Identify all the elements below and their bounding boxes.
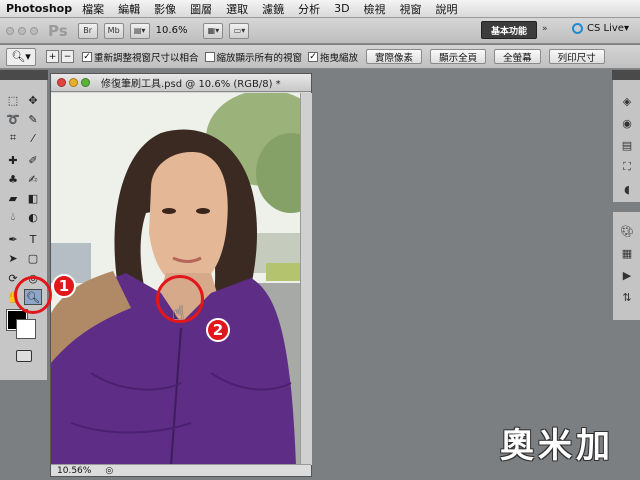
workspace-overflow-icon[interactable]: » — [542, 24, 548, 34]
right-panel-group-2: 🎨︎ ▦ ▶ ⇅ — [612, 212, 640, 320]
eyedropper-tool-icon[interactable]: ⁄ — [24, 130, 42, 146]
crop-tool-icon[interactable]: ⌗ — [4, 130, 22, 146]
options-bar: 🔍︎ ▾ + − ✓ 重新調整視窗尺寸以相合 縮放顯示所有的視窗 ✓ 拖曳縮放 實… — [0, 45, 640, 69]
view-extras-button[interactable]: ▤▾ — [129, 22, 150, 39]
brush-tool-icon[interactable]: ✐ — [24, 152, 42, 168]
actions-panel-icon[interactable]: ▶ — [619, 268, 635, 282]
resize-windows-label: 重新調整視窗尺寸以相合 — [94, 52, 199, 64]
arrange-documents-button[interactable]: ▦▾ — [203, 22, 224, 39]
document-tab[interactable]: 修復筆刷工具.psd @ 10.6% (RGB/8) * — [51, 74, 311, 92]
fill-screen-button[interactable]: 全螢幕 — [494, 49, 541, 64]
status-info-icon[interactable]: ◎ — [105, 466, 113, 476]
right-panel-group-1: ◈ ◉ ▤ ⛶ ◖ — [612, 80, 640, 202]
annotation-badge-2: 2 — [206, 318, 230, 342]
masks-panel-icon[interactable]: ◖ — [619, 182, 635, 196]
resize-windows-check[interactable]: ✓ — [82, 51, 92, 62]
adjustments-panel-icon[interactable]: ⛶ — [619, 160, 635, 174]
menu-3d[interactable]: 3D — [334, 2, 349, 15]
document-status-bar: 10.56% ◎ — [51, 464, 311, 476]
tools-panel: ⬚ ✥ ➰ ✎ ⌗ ⁄ ✚ ✐ ♣ ✍ ▰ ◧ 💧︎ ◐ ✒ T ➤ ▢ ⟳ ◎… — [0, 80, 48, 380]
zoom-out-mode-icon[interactable]: − — [61, 50, 74, 63]
menu-filter[interactable]: 濾鏡 — [262, 1, 284, 17]
spot-healing-tool-icon[interactable]: ✚ — [4, 152, 22, 168]
app-menu[interactable]: Photoshop — [6, 2, 72, 15]
marquee-tool-icon[interactable]: ⬚ — [4, 92, 22, 108]
zoom-in-mode-icon[interactable]: + — [46, 50, 59, 63]
window-dot-1 — [6, 26, 14, 35]
menu-file[interactable]: 檔案 — [82, 1, 104, 17]
screen-mode-button[interactable]: ▭▾ — [229, 22, 250, 39]
print-size-button[interactable]: 列印尺寸 — [548, 49, 605, 64]
watermark-logo: 奧米加 — [500, 426, 614, 466]
eraser-tool-icon[interactable]: ▰ — [4, 190, 22, 206]
blur-tool-icon[interactable]: 💧︎ — [4, 209, 22, 225]
paths-panel-icon[interactable]: ▤ — [619, 138, 635, 152]
window-dot-2 — [18, 26, 26, 35]
menu-view[interactable]: 檢視 — [364, 1, 386, 17]
ps-logo: Ps — [48, 21, 68, 40]
zoom-level-select[interactable]: 10.6% — [156, 25, 188, 36]
menu-image[interactable]: 影像 — [154, 1, 176, 17]
right-panel-header[interactable] — [612, 70, 640, 80]
menu-edit[interactable]: 編輯 — [118, 1, 140, 17]
swatches-panel-icon[interactable]: ▦ — [619, 246, 635, 260]
zoom-all-windows-label: 縮放顯示所有的視窗 — [216, 52, 303, 64]
cs-live-label: CS Live — [587, 23, 624, 34]
cs-live-icon — [572, 23, 583, 34]
menu-layer[interactable]: 圖層 — [190, 1, 212, 17]
shape-tool-icon[interactable]: ▢ — [24, 250, 42, 266]
actual-pixels-button[interactable]: 實際像素 — [366, 49, 423, 64]
menu-analysis[interactable]: 分析 — [298, 1, 320, 17]
lasso-tool-icon[interactable]: ➰ — [4, 111, 22, 127]
vertical-scrollbar[interactable] — [300, 93, 312, 465]
annotation-ring-2 — [156, 275, 204, 323]
zoom-all-windows-checkbox[interactable]: 縮放顯示所有的視窗 — [204, 50, 303, 64]
status-zoom[interactable]: 10.56% — [57, 466, 91, 476]
move-tool-icon[interactable]: ✥ — [24, 92, 42, 108]
gradient-tool-icon[interactable]: ◧ — [24, 190, 42, 206]
bridge-button[interactable]: Br — [77, 22, 98, 39]
fit-screen-button[interactable]: 顯示全頁 — [430, 49, 487, 64]
menu-bar: Photoshop 檔案 編輯 影像 圖層 選取 濾鏡 分析 3D 檢視 視窗 … — [0, 0, 640, 18]
history-brush-tool-icon[interactable]: ✍ — [24, 171, 42, 187]
cs-live-button[interactable]: CS Live ▾ — [572, 23, 629, 34]
minibridge-button[interactable]: Mb — [103, 22, 124, 39]
path-select-tool-icon[interactable]: ➤ — [4, 250, 22, 266]
resize-windows-checkbox[interactable]: ✓ 重新調整視窗尺寸以相合 — [82, 50, 199, 64]
dodge-tool-icon[interactable]: ◐ — [24, 209, 42, 225]
zoom-tool-preset-icon: 🔍︎ — [11, 50, 26, 63]
zoom-all-windows-check[interactable] — [204, 51, 215, 62]
menu-select[interactable]: 選取 — [226, 1, 248, 17]
clone-stamp-tool-icon[interactable]: ♣ — [4, 171, 22, 187]
close-icon[interactable] — [57, 78, 66, 87]
scrubby-zoom-checkbox[interactable]: ✓ 拖曳縮放 — [308, 50, 358, 64]
menu-window[interactable]: 視窗 — [400, 1, 422, 17]
application-bar: Ps Br Mb ▤▾ 10.6% ▦▾ ▭▾ 基本功能 » CS Live ▾ — [0, 18, 640, 44]
minimize-icon[interactable] — [69, 78, 78, 87]
pen-tool-icon[interactable]: ✒ — [4, 231, 22, 247]
type-tool-icon[interactable]: T — [24, 231, 42, 247]
document-title: 修復筆刷工具.psd @ 10.6% (RGB/8) * — [101, 79, 281, 90]
color-panel-icon[interactable]: 🎨︎ — [619, 224, 635, 238]
layers-panel-icon[interactable]: ◈ — [619, 94, 635, 108]
annotation-ring-1 — [14, 276, 52, 314]
quick-select-tool-icon[interactable]: ✎ — [24, 111, 42, 127]
background-color-swatch[interactable] — [16, 319, 36, 339]
workspace-essentials-button[interactable]: 基本功能 — [481, 21, 537, 39]
tools-panel-header[interactable] — [0, 70, 48, 80]
scrubby-zoom-label: 拖曳縮放 — [320, 52, 359, 64]
channels-panel-icon[interactable]: ◉ — [619, 116, 635, 130]
maximize-icon[interactable] — [81, 78, 90, 87]
quick-mask-icon[interactable] — [16, 350, 32, 362]
menu-help[interactable]: 說明 — [436, 1, 458, 17]
annotation-badge-1: 1 — [52, 274, 76, 298]
scrubby-zoom-check[interactable]: ✓ — [308, 51, 319, 62]
history-panel-icon[interactable]: ⇅ — [619, 290, 635, 304]
window-dot-3 — [30, 26, 38, 35]
tool-preset-picker[interactable]: 🔍︎ ▾ — [6, 47, 36, 66]
